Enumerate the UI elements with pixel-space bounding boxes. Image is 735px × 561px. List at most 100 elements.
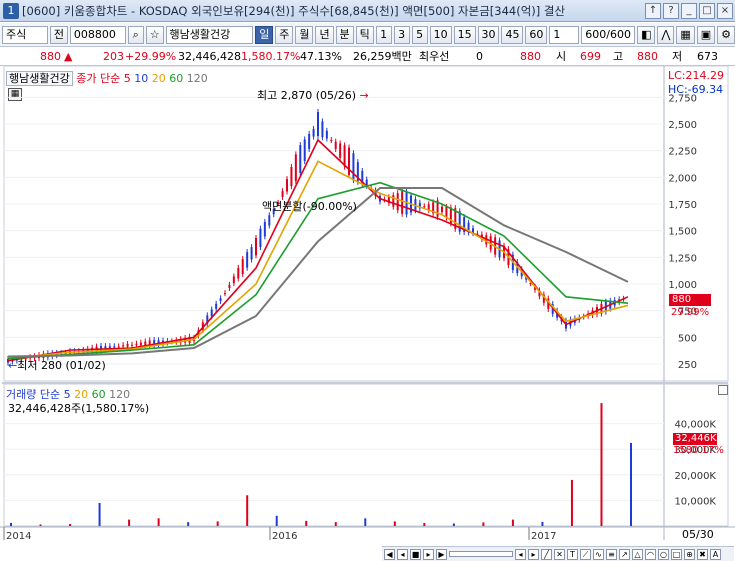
stop-icon[interactable]: ■ [410,548,421,560]
scroll-track[interactable] [449,551,513,557]
candle-body [135,343,138,346]
ma-line-20 [7,160,629,360]
candle-body [286,179,288,192]
candle-body [224,293,226,295]
volume-bar [482,522,485,526]
candle-body [303,139,306,162]
chart-canvas[interactable]: 2505007501,0001,2501,5001,7502,0002,2502… [0,0,735,561]
draw-up-icon[interactable]: ↗ [619,548,630,560]
price-tick-label: 2,250 [668,147,697,158]
axis-date: 05/30 [682,528,714,541]
price-tick-label: 2,500 [668,120,697,131]
high-note: 최고 2,870 (05/26) → [257,87,369,103]
volume-bar [187,522,190,526]
candle-body [294,154,297,182]
draw-text-icon[interactable]: T [567,548,578,560]
candle-body [246,252,249,268]
first-icon[interactable]: ◀ [384,548,395,560]
volume-bar [39,524,42,526]
candle-body [339,143,342,158]
candle-body [330,140,333,141]
candle-body [232,276,235,284]
price-axis: 2505007501,0001,2501,5001,7502,0002,2502… [668,93,697,371]
price-lines [7,138,629,362]
price-tick-label: 1,750 [668,200,697,211]
delete-icon[interactable]: ✖ [697,548,708,560]
candle-body [423,206,426,208]
candle-body [317,112,319,136]
candle-body [228,284,231,289]
zoom-icon[interactable]: ⊕ [684,548,695,560]
price-tick-label: 2,000 [668,173,697,184]
last-volume-pct: 1580.17% [673,445,724,456]
scroll-left-icon[interactable]: ◂ [515,548,526,560]
volume-bar [511,519,514,526]
draw-wave-icon[interactable]: ∿ [593,548,604,560]
candle-body [250,247,253,260]
volume-bar [364,518,367,526]
volume-bar [98,502,101,526]
volume-tick-label: 10,000K [674,496,716,507]
candle-body [321,121,324,138]
candle-body [139,342,142,346]
price-tick-label: 500 [678,333,697,344]
draw-fib-icon[interactable]: ≡ [606,548,617,560]
volume-bar [216,521,219,526]
draw-arc-icon[interactable]: ◠ [645,548,656,560]
candle-body [334,141,337,150]
candle-body [263,221,266,237]
volume-bars [10,403,632,526]
candle-body [427,204,430,210]
candle-body [281,191,284,198]
volume-bar [246,495,249,526]
x-axis: 2014 2016 2017 [0,526,735,542]
candle-body [113,346,116,348]
draw-circle-icon[interactable]: ○ [658,548,669,560]
x-tick-label: 2014 [6,531,31,542]
price-tick-label: 2,750 [668,93,697,104]
candle-body [259,228,262,248]
candle-body [131,344,133,346]
volume-bar [334,522,337,526]
next-icon[interactable]: ▸ [423,548,434,560]
candle-body [325,130,328,139]
volume-bar [541,521,544,526]
volume-bar [128,519,131,526]
panel-divider[interactable] [2,382,728,384]
candle-body [117,346,120,348]
draw-box-icon[interactable]: □ [671,548,682,560]
candle-body [255,238,257,256]
low-note-text: 최저 280 (01/02) [17,359,106,372]
volume-bar [157,518,160,526]
volume-bar [69,523,72,526]
draw-line-icon[interactable]: ╱ [541,548,552,560]
prev-icon[interactable]: ◂ [397,548,408,560]
last-price-badge: 880 [669,294,711,306]
chart-scroll-controls: ◀ ◂ ■ ▸ ▶ ◂ ▸ ╱ ✕ T ⟋ ∿ ≡ ↗ △ ◠ ○ □ ⊕ ✖ … [382,546,734,561]
candle-body [396,193,399,211]
price-tick-label: 250 [678,360,697,371]
last-icon[interactable]: ▶ [436,548,447,560]
font-size-icon[interactable]: A [710,548,721,560]
volume-bar [600,403,603,526]
volume-bar [393,521,396,526]
volume-bar [452,523,455,526]
panel-close-icon[interactable] [718,385,728,395]
candle-body [241,259,244,274]
candle-body [308,134,311,149]
candle-body [126,343,129,347]
scroll-right-icon[interactable]: ▸ [528,548,539,560]
x-tick-label: 2016 [272,531,297,542]
candle-body [268,215,271,226]
draw-cross-icon[interactable]: ✕ [554,548,565,560]
candle-body [237,267,240,279]
volume-tick-label: 40,000K [674,420,716,431]
volume-bar [305,520,308,526]
candle-body [352,153,355,181]
candle-body [122,345,125,347]
draw-triangle-icon[interactable]: △ [632,548,643,560]
candle-body [312,128,315,137]
candle-body [441,206,443,213]
draw-trend-icon[interactable]: ⟋ [580,548,591,560]
volume-bar [630,442,632,526]
